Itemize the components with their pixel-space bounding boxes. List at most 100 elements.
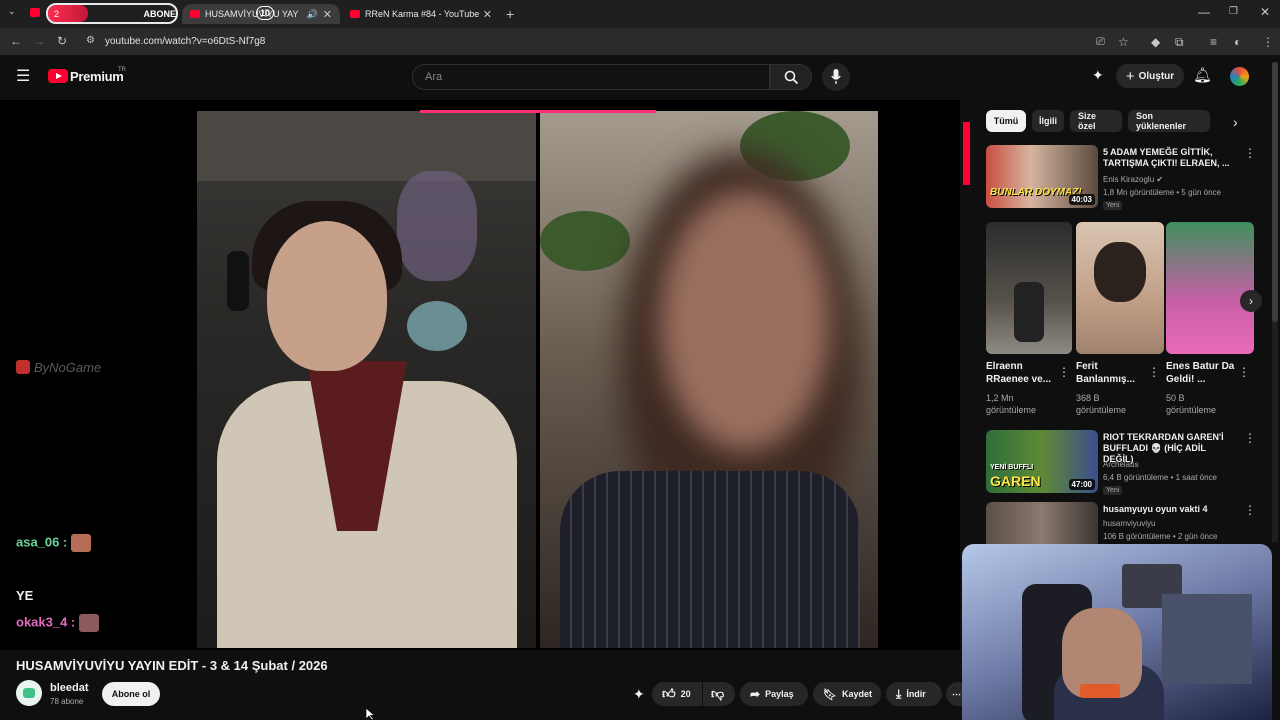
chat-message: okak3_4 : xyxy=(16,614,100,632)
profile-icon[interactable]: ◐ xyxy=(1234,35,1241,49)
video-duration: 47:00 xyxy=(1068,479,1095,490)
video-thumbnail[interactable] xyxy=(986,502,1098,544)
site-info-icon[interactable]: ⚙ xyxy=(86,35,95,46)
youtube-favicon-icon xyxy=(30,8,40,17)
video-options-icon[interactable]: ⋮ xyxy=(1244,431,1256,445)
video-frame-right xyxy=(540,111,878,648)
like-count: 20 xyxy=(680,689,691,699)
chips-next-chevron-icon[interactable]: › xyxy=(1233,114,1238,130)
restore-icon[interactable]: ❐ xyxy=(1229,6,1238,17)
short-thumbnail[interactable] xyxy=(986,222,1072,354)
download-label: İndir xyxy=(906,689,926,699)
video-title[interactable]: husamyuyu oyun vakti 4 xyxy=(1103,504,1238,515)
page-scrollbar[interactable] xyxy=(1272,62,1278,542)
short-title[interactable]: Elraenn RRaenee ve... xyxy=(986,360,1056,386)
short-thumbnail[interactable] xyxy=(1076,222,1164,354)
video-duration: 40:03 xyxy=(1068,194,1095,205)
close-tab-icon[interactable]: ✕ xyxy=(323,8,332,21)
video-top-accent xyxy=(420,110,656,113)
new-tab-icon[interactable]: + xyxy=(506,6,514,22)
video-thumbnail[interactable]: YENİ BUFFLI GAREN 47:00 xyxy=(986,430,1098,493)
speaker-icon[interactable]: 🔊 xyxy=(307,9,318,20)
thumbnail-text: GAREN xyxy=(990,473,1041,489)
short-options-icon[interactable]: ⋮ xyxy=(1238,365,1250,379)
close-tab-icon[interactable]: ✕ xyxy=(483,8,492,21)
bynogame-watermark: ByNoGame xyxy=(34,360,102,375)
close-window-icon[interactable]: ✕ xyxy=(1260,5,1270,19)
url-field[interactable]: youtube.com/watch?v=o6DtS-Nf7g8 xyxy=(105,36,265,47)
new-badge: Yeni xyxy=(1103,486,1123,495)
forward-icon[interactable]: → xyxy=(33,34,45,48)
video-thumbnail[interactable]: BUNLAR DOYMAZ! 40:03 xyxy=(986,145,1098,208)
browser-menu-icon[interactable]: ⋮ xyxy=(1262,35,1274,49)
emote-icon xyxy=(79,614,100,632)
short-title[interactable]: Ferit Banlanmış... xyxy=(1076,360,1148,386)
video-options-icon[interactable]: ⋮ xyxy=(1244,503,1256,517)
youtube-premium-logo[interactable]: Premium xyxy=(70,69,124,84)
channel-avatar[interactable] xyxy=(16,680,42,706)
youtube-logo-icon[interactable] xyxy=(48,69,68,83)
chat-username: YE xyxy=(16,588,34,603)
tab-rren-karma[interactable]: RReN Karma #84 - YouTube ✕ xyxy=(342,4,500,24)
search-button[interactable] xyxy=(770,64,812,90)
scrollbar-thumb[interactable] xyxy=(1272,62,1278,322)
side-accent-bar xyxy=(963,122,970,185)
minimize-icon[interactable]: — xyxy=(1198,5,1210,19)
tab-active-video[interactable]: HUSAMVİYUVİYU YAYIN EDİ 10 🔊 ✕ xyxy=(182,4,340,24)
notifications-bell-icon[interactable]: 🔔︎ xyxy=(1193,66,1212,84)
chat-message: YE xyxy=(16,588,33,603)
short-options-icon[interactable]: ⋮ xyxy=(1058,365,1070,379)
video-title[interactable]: 5 ADAM YEMEĞE GİTTİK, TARTIŞMA ÇIKTI! EL… xyxy=(1103,147,1233,169)
reading-list-icon[interactable]: ≡ xyxy=(1210,35,1217,49)
emote-icon xyxy=(71,534,92,552)
thumbs-down-icon: 👎︎ xyxy=(711,686,725,701)
short-thumbnail[interactable] xyxy=(1166,222,1254,354)
chip-related[interactable]: İlgili xyxy=(1032,110,1064,132)
video-channel[interactable]: husamviyuviyu xyxy=(1103,518,1155,529)
region-code: TR xyxy=(118,67,126,73)
extensions-puzzle-icon[interactable]: ⧉ xyxy=(1175,35,1184,50)
account-avatar[interactable] xyxy=(1230,67,1249,86)
thumbnail-text: BUNLAR DOYMAZ! xyxy=(990,187,1082,198)
back-icon[interactable]: ← xyxy=(10,34,22,48)
ask-ai-sparkle-icon[interactable]: ✦ xyxy=(633,686,645,703)
reload-icon[interactable]: ↻ xyxy=(57,34,67,48)
channel-name[interactable]: bleedat xyxy=(50,682,89,694)
save-button[interactable]: 🔖︎ Kaydet xyxy=(813,682,881,706)
video-frame-left xyxy=(197,111,536,648)
bookmark-star-icon[interactable]: ☆ xyxy=(1118,35,1129,49)
create-button[interactable]: + Oluştur xyxy=(1116,64,1184,88)
short-title[interactable]: Enes Batur Da Geldi! ... xyxy=(1166,360,1238,386)
video-channel[interactable]: Archelaus xyxy=(1103,459,1139,470)
tab-title: RReN Karma #84 - YouTube xyxy=(365,9,480,19)
create-label: Oluştur xyxy=(1138,70,1175,82)
chip-recently-uploaded[interactable]: Son yüklenenler xyxy=(1128,110,1210,132)
chip-all[interactable]: Tümü xyxy=(986,110,1026,132)
voice-search-button[interactable] xyxy=(822,63,850,91)
dislike-button[interactable]: 👎︎ xyxy=(703,682,735,706)
like-button[interactable]: 👍︎ 20 xyxy=(652,682,702,706)
premium-sparkle-icon[interactable]: ✦ xyxy=(1092,67,1104,84)
share-arrow-icon: ➦ xyxy=(750,687,761,701)
share-button[interactable]: ➦ Paylaş xyxy=(740,682,808,706)
short-options-icon[interactable]: ⋮ xyxy=(1148,365,1160,379)
download-button[interactable]: ⤓ İndir xyxy=(886,682,942,706)
microphone-arm xyxy=(1080,684,1120,698)
extension-diamond-icon[interactable]: ◆ xyxy=(1151,35,1160,49)
video-channel[interactable]: Enis Kirazoglu ✔ xyxy=(1103,174,1163,185)
tab-search-icon[interactable]: ⌄ xyxy=(8,6,16,17)
youtube-favicon-icon xyxy=(190,10,200,18)
tab-abone[interactable]: 2 ABONE xyxy=(46,3,178,24)
hamburger-menu-icon[interactable]: ☰ xyxy=(16,66,30,86)
shorts-next-chevron-icon[interactable]: › xyxy=(1240,290,1262,312)
search-input[interactable]: Ara xyxy=(412,64,770,90)
bynogame-logo-icon xyxy=(16,360,30,374)
face xyxy=(267,221,387,371)
subscribe-button[interactable]: Abone ol xyxy=(102,682,160,706)
chip-for-you[interactable]: Size özel xyxy=(1070,110,1122,132)
video-stats: 6,4 B görüntüleme • 1 saat önce xyxy=(1103,473,1217,482)
cast-icon[interactable]: ⎚ xyxy=(1096,36,1105,49)
mouse-cursor-icon xyxy=(366,708,376,720)
new-badge: Yeni xyxy=(1103,201,1123,210)
video-options-icon[interactable]: ⋮ xyxy=(1244,146,1256,160)
